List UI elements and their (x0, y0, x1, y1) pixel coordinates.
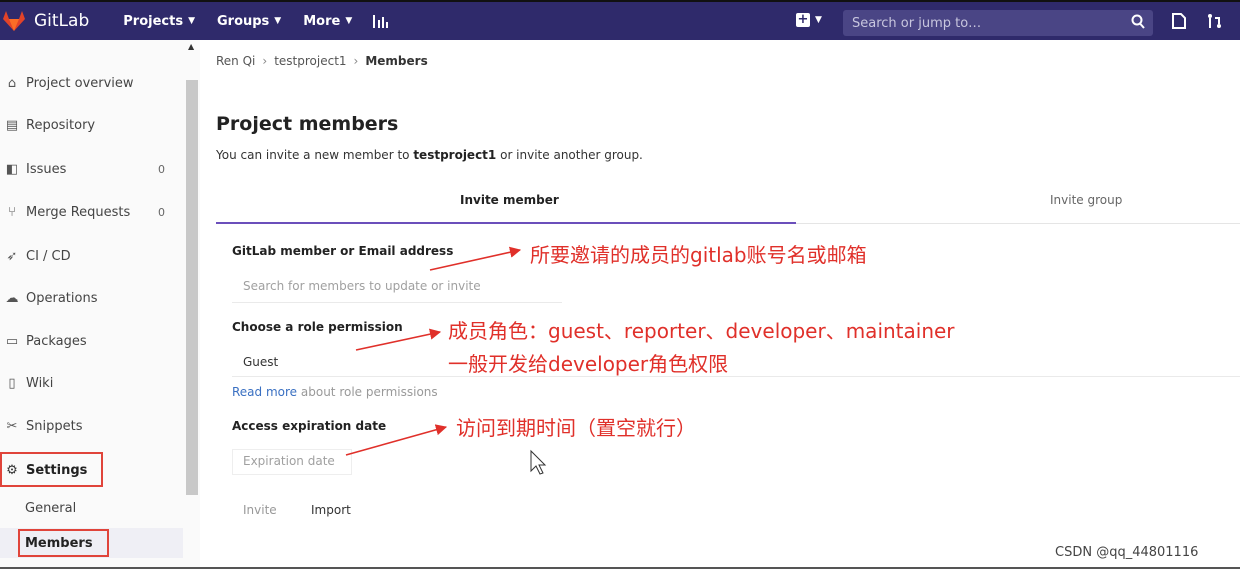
sidebar-item-wiki[interactable]: ▯ Wiki (0, 368, 185, 398)
home-icon: ⌂ (7, 75, 17, 91)
search-input[interactable]: Search or jump to… (843, 10, 1153, 36)
issues-count: 0 (158, 162, 165, 176)
todo-icon[interactable] (1171, 13, 1187, 29)
doc-icon: ▤ (5, 117, 19, 133)
merge-request-icon[interactable] (1207, 13, 1223, 29)
issues-icon: ◧ (5, 161, 19, 177)
annotation-role-line1: 成员角色：guest、reporter、developer、maintainer (448, 319, 955, 343)
page-description: You can invite a new member to testproje… (216, 148, 643, 162)
settings-highlight-box (0, 452, 103, 487)
annotation-member: 所要邀请的成员的gitlab账号名或邮箱 (530, 243, 867, 267)
sidebar-item-operations[interactable]: ☁ Operations (0, 283, 185, 313)
breadcrumb-separator-icon: › (353, 54, 359, 68)
merge-requests-count: 0 (158, 205, 165, 219)
search-icon (1131, 14, 1145, 29)
chevron-down-icon: ▼ (188, 16, 195, 26)
member-search-input[interactable]: Search for members to update or invite (243, 279, 481, 293)
sidebar-item-repository[interactable]: ▤ Repository (0, 110, 185, 140)
page-title: Project members (216, 113, 399, 135)
nav-projects[interactable]: Projects ▼ (123, 14, 195, 29)
annotation-expiry: 访问到期时间（置空就行） (456, 416, 696, 440)
sidebar-item-ci-cd[interactable]: ➶ CI / CD (0, 241, 185, 271)
sidebar-item-project-overview[interactable]: ⌂ Project overview (0, 68, 185, 98)
book-icon: ▯ (8, 375, 16, 391)
arrow-role (355, 328, 442, 351)
read-more-link[interactable]: Read more (232, 385, 297, 399)
merge-icon: ⑂ (8, 204, 16, 220)
sidebar-subitem-general[interactable]: General (0, 493, 185, 523)
role-field-label: Choose a role permission (232, 320, 403, 334)
plus-icon: + (796, 12, 810, 27)
chevron-down-icon: ▼ (815, 15, 822, 25)
invite-button[interactable]: Invite (243, 503, 277, 517)
mouse-cursor-icon (530, 449, 547, 475)
tab-invite-group[interactable]: Invite group (1050, 193, 1122, 207)
scroll-up-arrow-icon[interactable]: ▲ (188, 42, 194, 51)
chevron-down-icon: ▼ (345, 16, 353, 26)
sidebar-item-merge-requests[interactable]: ⑂ Merge Requests 0 (0, 197, 185, 227)
breadcrumb: Ren Qi › testproject1 › Members (216, 54, 428, 68)
breadcrumb-user[interactable]: Ren Qi (216, 54, 255, 68)
bottom-border (0, 567, 1240, 569)
activity-chart-icon[interactable] (372, 13, 390, 29)
tanuki-icon (3, 11, 25, 31)
sidebar-scrollbar[interactable] (186, 80, 198, 495)
nav-more[interactable]: More ▼ (303, 14, 352, 29)
annotation-role-line2: 一般开发给developer角色权限 (448, 352, 729, 376)
tab-active-indicator (216, 222, 796, 224)
sidebar-item-packages[interactable]: ▭ Packages (0, 326, 185, 356)
sidebar-item-snippets[interactable]: ✂ Snippets (0, 411, 185, 441)
member-input-border (232, 302, 562, 303)
cloud-icon: ☁ (5, 290, 19, 306)
new-dropdown[interactable]: + ▼ (796, 13, 822, 27)
breadcrumb-project[interactable]: testproject1 (274, 54, 346, 68)
role-select-border (232, 376, 1240, 377)
expiry-field-label: Access expiration date (232, 419, 387, 433)
role-select[interactable]: Guest (243, 355, 278, 369)
csdn-watermark: CSDN @qq_44801116 (1055, 545, 1199, 560)
breadcrumb-separator-icon: › (262, 54, 268, 68)
nav-groups[interactable]: Groups ▼ (217, 14, 281, 29)
breadcrumb-current[interactable]: Members (365, 54, 427, 68)
package-icon: ▭ (5, 333, 19, 349)
read-more-text: Read more about role permissions (232, 385, 438, 399)
member-field-label: GitLab member or Email address (232, 244, 454, 258)
rocket-icon: ➶ (6, 248, 18, 264)
import-button[interactable]: Import (311, 503, 351, 517)
sidebar-item-issues[interactable]: ◧ Issues 0 (0, 154, 185, 184)
members-highlight-box (18, 529, 109, 557)
tab-invite-member[interactable]: Invite member (460, 193, 559, 207)
top-navbar: GitLab Projects ▼ Groups ▼ More ▼ + ▼ Search… (0, 0, 1240, 40)
brand-name: GitLab (34, 11, 90, 31)
gitlab-logo[interactable]: GitLab (2, 10, 89, 32)
expiry-date-input[interactable]: Expiration date (243, 454, 335, 468)
chevron-down-icon: ▼ (274, 16, 282, 26)
scissors-icon: ✂ (6, 418, 18, 434)
